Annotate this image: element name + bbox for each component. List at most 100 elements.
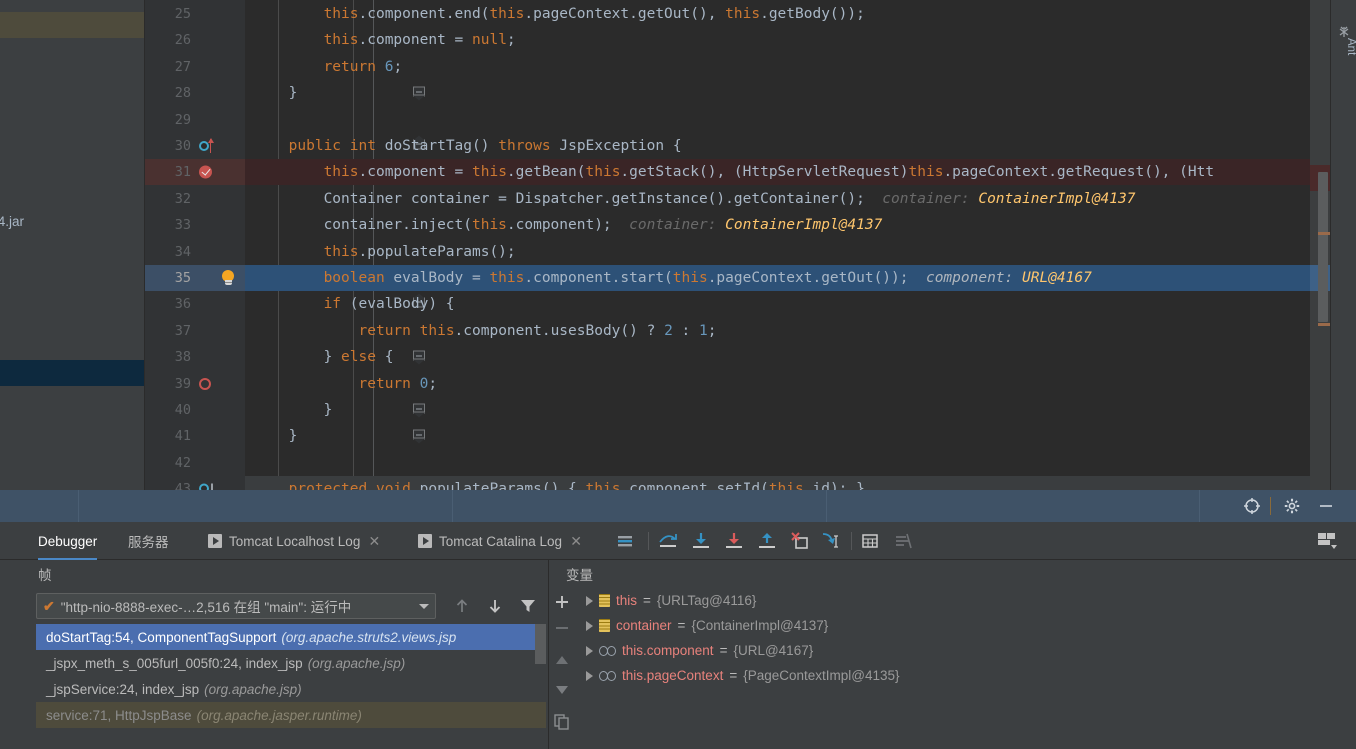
locate-icon[interactable] xyxy=(1236,490,1268,522)
debug-tab[interactable]: Tomcat Catalina Log ✕ xyxy=(418,522,583,560)
gutter-icon-slot[interactable] xyxy=(191,80,425,106)
code-line[interactable]: } else { xyxy=(245,344,1356,370)
gutter-line[interactable]: 33 xyxy=(145,212,245,238)
code-line[interactable]: return 6; xyxy=(245,54,1356,80)
project-tool-window[interactable]: .4.jar xyxy=(0,0,145,490)
code-line[interactable]: return 0; xyxy=(245,371,1356,397)
remove-watch-icon[interactable] xyxy=(552,618,572,638)
code-line[interactable] xyxy=(245,107,1356,133)
gutter-line[interactable]: 25 xyxy=(145,1,245,27)
disabled-breakpoint-icon[interactable] xyxy=(199,377,211,390)
debug-tab[interactable]: 服务器 xyxy=(128,522,169,560)
code-line[interactable]: this.populateParams(); xyxy=(245,239,1356,265)
expand-arrow-icon[interactable] xyxy=(586,670,593,681)
expand-arrow-icon[interactable] xyxy=(586,620,593,631)
chevron-down-icon[interactable] xyxy=(419,603,429,609)
add-watch-icon[interactable] xyxy=(552,592,572,612)
move-down-icon[interactable] xyxy=(552,680,572,700)
variable-row[interactable]: container = {ContainerImpl@4137} xyxy=(576,613,1346,638)
gutter-line[interactable]: 31 xyxy=(145,159,245,186)
code-line[interactable]: protected void populateParams() { this.c… xyxy=(245,476,1356,490)
code-line[interactable]: boolean evalBody = this.component.start(… xyxy=(245,265,1340,291)
variable-row[interactable]: this.pageContext = {PageContextImpl@4135… xyxy=(576,663,1346,688)
project-row-selected[interactable] xyxy=(0,360,144,386)
gutter-icon-slot[interactable] xyxy=(191,54,245,80)
gutter-line[interactable]: 27 xyxy=(145,54,245,80)
gutter-icon-slot[interactable] xyxy=(191,133,425,159)
code-line[interactable]: return this.component.usesBody() ? 2 : 1… xyxy=(245,318,1356,344)
gutter-icon-slot[interactable] xyxy=(191,265,245,291)
force-step-into-icon[interactable] xyxy=(723,531,745,551)
gutter-line[interactable]: 37 xyxy=(145,318,245,344)
step-over-icon[interactable] xyxy=(657,531,679,551)
frames-scrollbar-thumb[interactable] xyxy=(535,624,546,664)
code-line[interactable]: if (evalBody) { xyxy=(245,291,1356,317)
code-line[interactable]: } xyxy=(245,80,1356,106)
variable-row[interactable]: this = {URLTag@4116} xyxy=(576,588,1346,613)
gutter-icon-slot[interactable] xyxy=(191,239,245,265)
gutter-line[interactable]: 28 xyxy=(145,80,425,106)
frame-up-icon[interactable] xyxy=(452,596,472,616)
right-tool-window-bar[interactable]: Ant xyxy=(1330,0,1356,490)
gutter-line[interactable]: 30 xyxy=(145,133,425,159)
code-line[interactable]: this.component.end(this.pageContext.getO… xyxy=(245,1,1356,27)
frame-list-item[interactable]: doStartTag:54, ComponentTagSupport (org.a… xyxy=(36,624,546,650)
gutter-icon-slot[interactable] xyxy=(191,397,425,423)
mute-breakpoints-icon[interactable] xyxy=(893,531,915,551)
copy-icon[interactable] xyxy=(552,712,572,732)
debug-tab[interactable]: Tomcat Localhost Log ✕ xyxy=(208,522,381,560)
expand-arrow-icon[interactable] xyxy=(586,595,593,606)
code-area[interactable]: this.component.end(this.pageContext.getO… xyxy=(245,0,1356,490)
gutter-line[interactable]: 42 xyxy=(145,450,245,476)
code-line[interactable]: Container container = Dispatcher.getInst… xyxy=(245,186,1356,212)
gutter-line[interactable]: 35 xyxy=(145,265,245,291)
gutter-icon-slot[interactable] xyxy=(191,371,245,397)
gutter-icon-slot[interactable] xyxy=(191,450,245,476)
gutter-icon-slot[interactable] xyxy=(191,212,245,238)
gutter-icon-slot[interactable] xyxy=(191,423,425,449)
debug-tab[interactable]: Debugger xyxy=(38,522,98,560)
run-to-cursor-icon[interactable] xyxy=(819,531,841,551)
close-icon[interactable]: ✕ xyxy=(367,534,381,548)
intention-bulb-icon[interactable] xyxy=(221,270,235,286)
gutter-icon-slot[interactable] xyxy=(191,344,425,370)
gutter-line[interactable]: 29 xyxy=(145,107,245,133)
thread-selector[interactable]: ✔ "http-nio-8888-exec-…2,516 在组 "main": … xyxy=(36,593,436,619)
frame-list-item[interactable]: _jspService:24, index_jsp (org.apache.jsp… xyxy=(36,676,546,702)
editor-gutter[interactable]: 25262728293031323334353637383940414243 xyxy=(145,0,425,497)
gutter-line[interactable]: 26 xyxy=(145,27,245,53)
frame-list-item[interactable]: _jspx_meth_s_005furl_005f0:24, index_jsp… xyxy=(36,650,546,676)
code-line[interactable]: this.component = this.getBean(this.getSt… xyxy=(245,159,1340,186)
show-execution-point-icon[interactable] xyxy=(615,531,637,551)
frame-list-item[interactable]: service:71, HttpJspBase (org.apache.jaspe… xyxy=(36,702,546,728)
gutter-line[interactable]: 34 xyxy=(145,239,245,265)
step-out-icon[interactable] xyxy=(756,531,778,551)
code-line[interactable]: } xyxy=(245,397,1356,423)
evaluate-expression-icon[interactable] xyxy=(860,531,882,551)
gutter-icon-slot[interactable] xyxy=(191,186,245,212)
gutter-icon-slot[interactable] xyxy=(191,318,245,344)
tool-window-tab-ant[interactable]: Ant xyxy=(1331,18,1356,55)
debug-tab-bar[interactable]: Debugger 服务器 Tomcat Localhost Log ✕ Tomcat C… xyxy=(0,522,1356,560)
code-line[interactable] xyxy=(245,450,1356,476)
hide-icon[interactable] xyxy=(1310,490,1342,522)
code-line[interactable]: this.component = null; xyxy=(245,27,1356,53)
variables-panel[interactable]: this = {URLTag@4116} container = {Contain… xyxy=(576,588,1356,749)
breakpoint-icon[interactable] xyxy=(199,165,212,179)
gutter-line[interactable]: 41 xyxy=(145,423,425,449)
frames-list[interactable]: doStartTag:54, ComponentTagSupport (org.a… xyxy=(36,624,546,749)
gutter-line[interactable]: 32 xyxy=(145,186,245,212)
step-into-icon[interactable] xyxy=(690,531,712,551)
move-up-icon[interactable] xyxy=(552,650,572,670)
gutter-line[interactable]: 36 xyxy=(145,291,425,317)
close-icon[interactable]: ✕ xyxy=(569,534,583,548)
editor-scrollbar-thumb[interactable] xyxy=(1318,172,1328,322)
drop-frame-icon[interactable] xyxy=(789,531,811,551)
overriding-method-icon[interactable] xyxy=(199,138,217,153)
filter-icon[interactable] xyxy=(518,596,538,616)
layout-settings-icon[interactable] xyxy=(1316,530,1338,550)
variables-side-toolbar[interactable] xyxy=(549,588,575,749)
settings-gear-icon[interactable] xyxy=(1276,490,1308,522)
gutter-line[interactable]: 38 xyxy=(145,344,425,370)
project-row-highlighted[interactable] xyxy=(0,12,144,38)
